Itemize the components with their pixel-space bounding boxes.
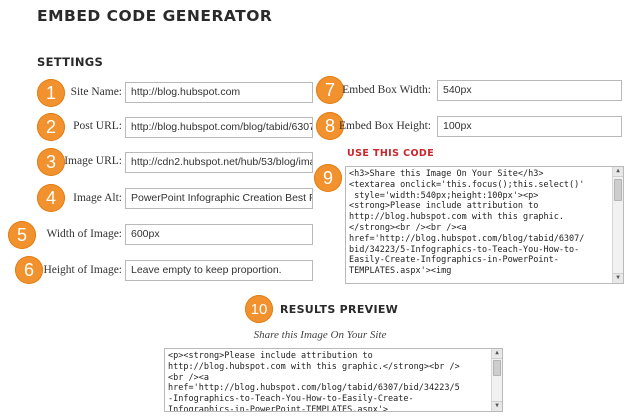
preview-textarea[interactable]: <p><strong>Please include attribution to…	[164, 348, 503, 412]
image-url-label: Image URL:	[64, 155, 122, 167]
image-alt-input[interactable]: PowerPoint Infographic Creation Best Pra…	[125, 188, 313, 209]
embed-box-height-input[interactable]: 100px	[437, 116, 622, 137]
preview-scroll-up-icon[interactable]: ▲	[492, 349, 502, 359]
embed-code-textarea[interactable]: <h3>Share this Image On Your Site</h3> <…	[345, 166, 624, 284]
width-of-image-input[interactable]: 600px	[125, 224, 313, 245]
page-title: EMBED CODE GENERATOR	[37, 7, 273, 25]
step-3-badge: 3	[37, 148, 65, 176]
settings-heading: SETTINGS	[37, 55, 104, 69]
height-of-image-input[interactable]: Leave empty to keep proportion.	[125, 260, 313, 281]
step-10-badge: 10	[245, 295, 273, 323]
site-name-input[interactable]: http://blog.hubspot.com	[125, 82, 313, 103]
preview-share-heading: Share this Image On Your Site	[253, 329, 387, 341]
step-7-badge: 7	[316, 76, 344, 104]
step-5-badge: 5	[8, 221, 36, 249]
step-4-badge: 4	[37, 184, 65, 212]
step-1-badge: 1	[37, 79, 65, 107]
embed-box-width-input[interactable]: 540px	[437, 80, 622, 101]
step-9-badge: 9	[314, 164, 342, 192]
step-6-badge: 6	[15, 256, 43, 284]
preview-scroll-down-icon[interactable]: ▼	[492, 401, 502, 411]
width-of-image-label: Width of Image:	[46, 228, 122, 240]
height-of-image-label: Height of Image:	[43, 264, 122, 276]
scroll-down-icon[interactable]: ▼	[613, 273, 623, 283]
step-2-badge: 2	[37, 113, 65, 141]
preview-scroll-thumb[interactable]	[493, 360, 501, 376]
results-preview-heading: RESULTS PREVIEW	[280, 303, 399, 316]
preview-scrollbar[interactable]: ▲ ▼	[491, 349, 502, 411]
image-url-input[interactable]: http://cdn2.hubspot.net/hub/53/blog/imag…	[125, 152, 313, 173]
use-this-code-heading: USE THIS CODE	[347, 148, 435, 159]
image-alt-label: Image Alt:	[73, 192, 122, 204]
post-url-label: Post URL:	[73, 120, 122, 132]
scroll-up-icon[interactable]: ▲	[613, 167, 623, 177]
preview-code-text: <p><strong>Please include attribution to…	[168, 351, 460, 411]
scroll-thumb[interactable]	[614, 179, 622, 201]
embed-box-width-label: Embed Box Width:	[342, 84, 431, 96]
embed-code-scrollbar[interactable]: ▲ ▼	[612, 167, 623, 283]
embed-code-text: <h3>Share this Image On Your Site</h3> <…	[349, 169, 585, 277]
embed-box-height-label: Embed Box Height:	[339, 120, 431, 132]
post-url-input[interactable]: http://blog.hubspot.com/blog/tabid/6307/…	[125, 117, 313, 138]
site-name-label: Site Name:	[70, 86, 122, 98]
